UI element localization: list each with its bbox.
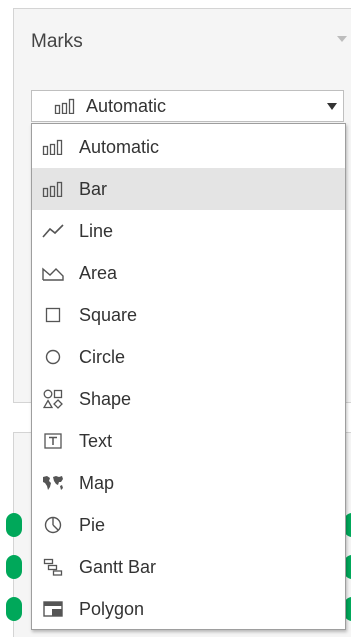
option-label: Gantt Bar [79,556,157,577]
field-pill[interactable] [6,555,22,579]
mark-type-dropdown-list: Automatic Bar Line Area Square Circle Sh… [31,123,346,630]
mark-type-option-automatic[interactable]: Automatic [32,126,345,168]
mark-type-option-line[interactable]: Line [32,210,345,252]
option-label: Bar [79,178,108,199]
pie-icon [41,514,65,536]
bar-chart-icon [54,96,76,116]
option-label: Area [79,262,118,283]
mark-type-option-text[interactable]: Text [32,420,345,462]
bar-chart-icon [41,178,65,200]
option-label: Square [79,304,138,325]
mark-type-option-area[interactable]: Area [32,252,345,294]
mark-type-option-square[interactable]: Square [32,294,345,336]
polygon-icon [41,598,65,620]
map-icon [41,472,65,494]
shapes-icon [41,388,65,410]
option-label: Pie [79,514,106,535]
mark-type-option-shape[interactable]: Shape [32,378,345,420]
field-pill[interactable] [6,513,22,537]
mark-type-option-map[interactable]: Map [32,462,345,504]
bar-chart-icon [41,136,65,158]
mark-type-option-circle[interactable]: Circle [32,336,345,378]
dropdown-arrow-icon[interactable] [327,103,337,110]
mark-type-option-gantt-bar[interactable]: Gantt Bar [32,546,345,588]
mark-type-selected-value: Automatic [86,95,167,116]
line-chart-icon [41,220,65,242]
option-label: Text [79,430,113,451]
option-label: Automatic [79,136,160,157]
area-chart-icon [41,262,65,284]
mark-type-option-polygon[interactable]: Polygon [32,588,345,630]
square-icon [41,304,65,326]
field-pill[interactable] [6,597,22,621]
mark-type-select[interactable]: Automatic [31,90,344,122]
text-icon [41,430,65,452]
marks-card-title: Marks [31,31,83,52]
circle-icon [41,346,65,368]
card-menu-caret-icon[interactable] [337,36,347,42]
option-label: Circle [79,346,126,367]
option-label: Map [79,472,115,493]
mark-type-option-bar[interactable]: Bar [32,168,345,210]
gantt-icon [41,556,65,578]
option-label: Polygon [79,598,145,619]
option-label: Shape [79,388,132,409]
option-label: Line [79,220,114,241]
mark-type-option-pie[interactable]: Pie [32,504,345,546]
